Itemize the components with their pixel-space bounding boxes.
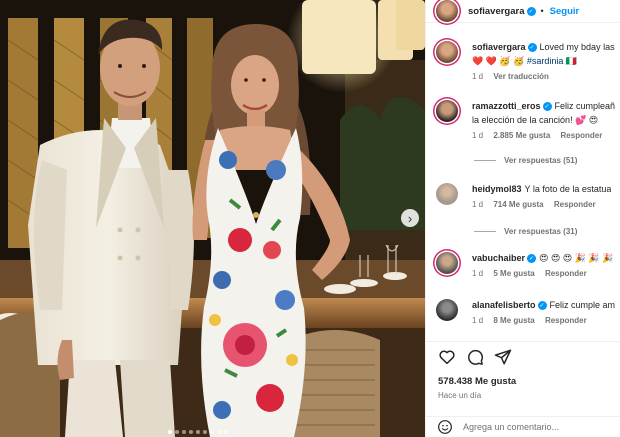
carousel-dot: [196, 430, 200, 434]
carousel-dot: [210, 430, 214, 434]
post-caption: sofiavergara ✓ Loved my bday las ❤️ ❤️ 🥳 🥳…: [436, 40, 620, 84]
emoji-smile-icon[interactable]: [437, 419, 453, 435]
view-replies-label: Ver respuestas (51): [504, 156, 578, 165]
chevron-right-icon: ›: [407, 210, 413, 226]
comment-text: Feliz cumpleañ: [554, 101, 616, 111]
comment-time: 1 d: [472, 131, 484, 140]
paper-plane-icon[interactable]: [494, 348, 512, 366]
photo-scene: [0, 0, 425, 437]
comment-time: 1 d: [472, 316, 484, 325]
commenter-avatar[interactable]: [436, 299, 458, 321]
verified-badge-icon: ✓: [527, 254, 537, 264]
commenter-avatar[interactable]: [436, 100, 458, 122]
comment-text-continued: la elección de la canción! 💕 😍: [472, 115, 599, 125]
post-photo[interactable]: ›: [0, 0, 425, 437]
comment-username[interactable]: alanafelisberto: [472, 300, 536, 310]
reply-button[interactable]: Responder: [554, 200, 596, 209]
comment-text: 😍 😍 😍 🎉 🎉 🎉: [539, 253, 614, 263]
reply-button[interactable]: Responder: [561, 131, 603, 140]
view-replies-label: Ver respuestas (31): [504, 227, 578, 236]
comment-username[interactable]: vabuchaiber: [472, 253, 525, 263]
separator-dot: •: [540, 6, 544, 16]
comment-username[interactable]: ramazzotti_eros: [472, 101, 541, 111]
reply-button[interactable]: Responder: [545, 316, 587, 325]
comment-likes[interactable]: 8 Me gusta: [493, 316, 534, 325]
caption-hashtag[interactable]: #sardinia: [527, 56, 564, 66]
comment-likes[interactable]: 714 Me gusta: [493, 200, 543, 209]
comment-item: ramazzotti_eros ✓ Feliz cumpleañ la elecci…: [436, 99, 620, 143]
carousel-next-button[interactable]: ›: [401, 209, 419, 227]
comment-item: heidymol83 Y la foto de la estatua 1 d 71…: [436, 182, 620, 212]
carousel-dot: [203, 430, 207, 434]
add-comment-bar: [426, 416, 620, 437]
carousel-dot: [224, 430, 228, 434]
comment-item: vabuchaiber ✓ 😍 😍 😍 🎉 🎉 🎉 1 d 5 Me gusta R…: [436, 251, 620, 281]
follow-button[interactable]: Seguir: [550, 6, 580, 17]
post-side-panel: sofiavergara ✓ • Seguir sofiavergara ✓ Lov…: [425, 0, 620, 437]
replies-line: [474, 160, 496, 161]
post-actions: [426, 341, 620, 371]
verified-badge-icon: ✓: [537, 301, 547, 311]
comment-username[interactable]: heidymol83: [472, 184, 522, 194]
reply-button[interactable]: Responder: [545, 269, 587, 278]
post-time: Hace un día: [438, 391, 482, 400]
caption-text: Loved my bday las: [539, 42, 615, 52]
add-comment-input[interactable]: [463, 422, 613, 432]
commenter-avatar[interactable]: [436, 183, 458, 205]
comment-item: alanafelisberto ✓ Feliz cumple am 1 d 8 Me…: [436, 298, 620, 328]
post-header: sofiavergara ✓ • Seguir: [426, 0, 620, 23]
heart-icon[interactable]: [438, 348, 456, 366]
view-replies-button[interactable]: Ver respuestas (31): [474, 227, 577, 236]
comment-time: 1 d: [472, 200, 484, 209]
carousel-dots: [168, 430, 228, 434]
carousel-dot: [175, 430, 179, 434]
caption-avatar[interactable]: [436, 41, 458, 63]
comment-time: 1 d: [472, 269, 484, 278]
likes-count[interactable]: 578.438 Me gusta: [438, 376, 516, 387]
caption-time: 1 d: [472, 72, 484, 81]
comment-bubble-icon[interactable]: [466, 348, 484, 366]
verified-badge-icon: ✓: [527, 43, 537, 53]
comment-text: Y la foto de la estatua: [524, 184, 612, 194]
caption-emojis: ❤️ ❤️ 🥳 🥳: [472, 56, 525, 66]
caption-flag: 🇮🇹: [565, 56, 578, 66]
verified-badge-icon: ✓: [526, 6, 536, 16]
caption-username[interactable]: sofiavergara: [472, 42, 526, 52]
replies-line: [474, 231, 496, 232]
carousel-dot: [182, 430, 186, 434]
view-replies-button[interactable]: Ver respuestas (51): [474, 156, 577, 165]
comment-text: Feliz cumple am: [549, 300, 616, 310]
verified-badge-icon: ✓: [542, 102, 552, 112]
carousel-dot: [217, 430, 221, 434]
author-avatar[interactable]: [436, 0, 458, 22]
comment-likes[interactable]: 5 Me gusta: [493, 269, 534, 278]
translate-link[interactable]: Ver traducción: [493, 72, 549, 81]
carousel-dot: [189, 430, 193, 434]
author-username[interactable]: sofiavergara: [468, 6, 525, 17]
commenter-avatar[interactable]: [436, 252, 458, 274]
comment-likes[interactable]: 2.885 Me gusta: [493, 131, 550, 140]
carousel-dot: [168, 430, 172, 434]
